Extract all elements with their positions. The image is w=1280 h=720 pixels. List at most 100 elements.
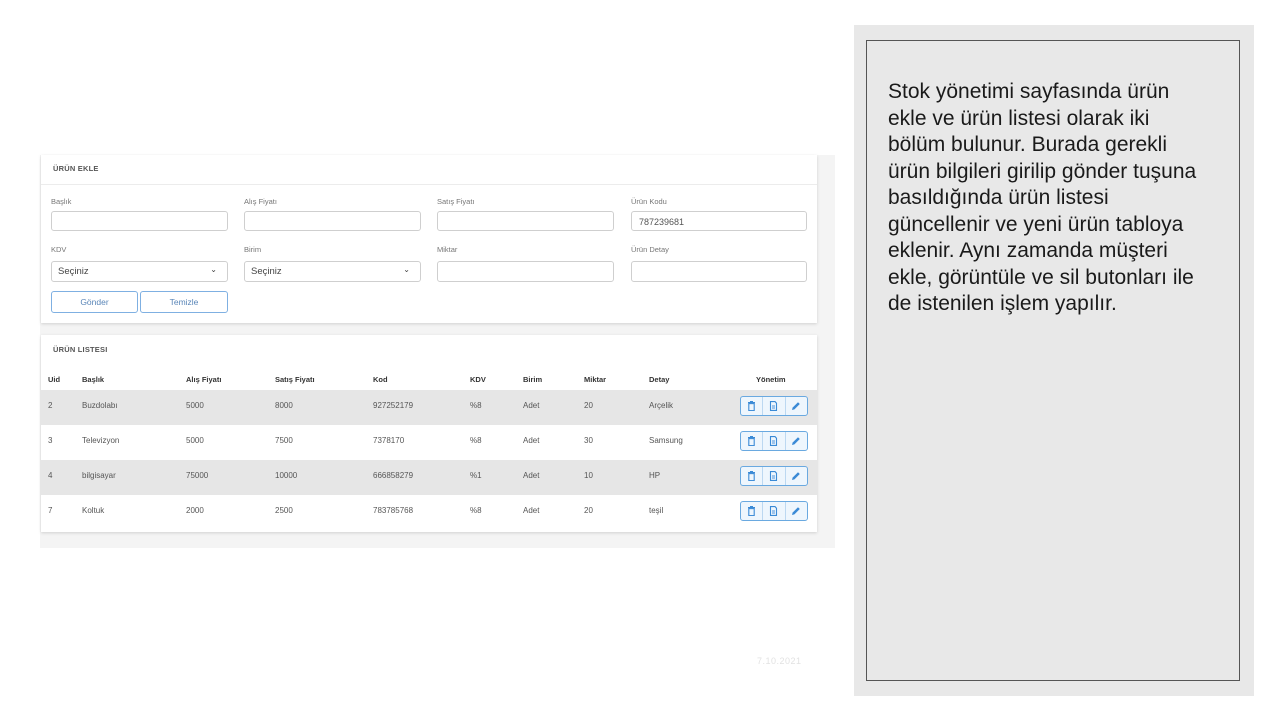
kdv-select-value: Seçiniz	[58, 266, 89, 277]
baslik-label: Başlık	[51, 197, 72, 206]
kdv-select[interactable]: Seçiniz ⌄	[51, 261, 228, 282]
product-add-title: ÜRÜN EKLE	[53, 164, 99, 173]
document-icon	[770, 506, 778, 516]
document-icon	[770, 471, 778, 481]
cell-kdv: %8	[470, 506, 482, 515]
cell-detay: teşil	[649, 506, 664, 515]
pencil-icon	[792, 472, 801, 480]
document-icon	[770, 436, 778, 446]
cell-alis: 5000	[186, 401, 204, 410]
alis-fiyati-input[interactable]	[244, 211, 421, 231]
birim-label: Birim	[244, 245, 262, 254]
cell-uid: 4	[48, 471, 53, 480]
cell-birim: Adet	[523, 436, 540, 445]
cell-kod: 783785768	[373, 506, 414, 515]
cell-uid: 3	[48, 436, 53, 445]
cell-satis: 10000	[275, 471, 298, 480]
urun-detay-label: Ürün Detay	[631, 245, 669, 254]
trash-icon	[748, 471, 756, 481]
cell-kdv: %8	[470, 401, 482, 410]
birim-select[interactable]: Seçiniz ⌄	[244, 261, 421, 282]
card-header	[41, 155, 817, 185]
cell-satis: 2500	[275, 506, 293, 515]
gonder-button[interactable]: Gönder	[51, 291, 138, 313]
cell-baslik: bilgisayar	[82, 471, 116, 480]
cell-miktar: 10	[584, 471, 593, 480]
cell-kdv: %1	[470, 471, 482, 480]
document-icon	[770, 401, 778, 411]
description-text: Stok yönetimi sayfasında ürün ekle ve ür…	[888, 80, 1197, 315]
cell-kod: 927252179	[373, 401, 414, 410]
pencil-icon	[792, 402, 801, 410]
cell-baslik: Buzdolabı	[82, 401, 118, 410]
alis-fiyati-label: Alış Fiyatı	[244, 197, 277, 206]
column-header: Birim	[523, 375, 543, 384]
cell-uid: 2	[48, 401, 53, 410]
product-add-card: ÜRÜN EKLE Başlık Alış Fiyatı Satış Fiyat…	[41, 155, 817, 323]
column-header: Başlık	[82, 375, 105, 384]
trash-icon	[748, 436, 756, 446]
trash-icon	[748, 401, 756, 411]
row-actions	[740, 501, 808, 521]
pencil-icon	[792, 507, 801, 515]
trash-icon	[748, 506, 756, 516]
miktar-label: Miktar	[437, 245, 458, 254]
description-panel: Stok yönetimi sayfasında ürün ekle ve ür…	[854, 25, 1254, 696]
delete-button[interactable]	[741, 467, 764, 485]
cell-baslik: Televizyon	[82, 436, 120, 445]
column-header: KDV	[470, 375, 486, 384]
chevron-down-icon: ⌄	[403, 265, 410, 274]
table-row: 7 Koltuk 2000 2500 783785768 %8 Adet 20 …	[41, 495, 817, 530]
view-button[interactable]	[763, 502, 786, 520]
delete-button[interactable]	[741, 502, 764, 520]
cell-miktar: 30	[584, 436, 593, 445]
table-row: 2 Buzdolabı 5000 8000 927252179 %8 Adet …	[41, 390, 817, 425]
urun-detay-input[interactable]	[631, 261, 807, 282]
cell-detay: Arçelik	[649, 401, 674, 410]
row-actions	[740, 396, 808, 416]
column-header: Uid	[48, 375, 61, 384]
delete-button[interactable]	[741, 397, 764, 415]
view-button[interactable]	[763, 397, 786, 415]
cell-detay: HP	[649, 471, 661, 480]
cell-birim: Adet	[523, 401, 540, 410]
pencil-icon	[792, 437, 801, 445]
table-row: 4 bilgisayar 75000 10000 666858279 %1 Ad…	[41, 460, 817, 495]
cell-miktar: 20	[584, 506, 593, 515]
cell-birim: Adet	[523, 506, 540, 515]
chevron-down-icon: ⌄	[210, 265, 217, 274]
slide-date: 7.10.2021	[757, 656, 802, 666]
birim-select-value: Seçiniz	[251, 266, 282, 277]
cell-alis: 75000	[186, 471, 209, 480]
cell-alis: 5000	[186, 436, 204, 445]
kdv-label: KDV	[51, 245, 67, 254]
product-list-title: ÜRÜN LISTESI	[53, 345, 108, 354]
miktar-input[interactable]	[437, 261, 614, 282]
product-list-card: ÜRÜN LISTESI Uid Başlık Alış Fiyatı Satı…	[41, 335, 817, 532]
delete-button[interactable]	[741, 432, 764, 450]
cell-alis: 2000	[186, 506, 204, 515]
urun-kodu-label: Ürün Kodu	[631, 197, 667, 206]
temizle-button[interactable]: Temizle	[140, 291, 228, 313]
edit-button[interactable]	[786, 432, 807, 450]
view-button[interactable]	[763, 467, 786, 485]
edit-button[interactable]	[786, 467, 807, 485]
row-actions	[740, 431, 808, 451]
cell-baslik: Koltuk	[82, 506, 105, 515]
cell-kod: 666858279	[373, 471, 414, 480]
urun-kodu-input[interactable]: 787239681	[631, 211, 807, 231]
edit-button[interactable]	[786, 397, 807, 415]
edit-button[interactable]	[786, 502, 807, 520]
baslik-input[interactable]	[51, 211, 228, 231]
satis-fiyati-input[interactable]	[437, 211, 614, 231]
cell-satis: 8000	[275, 401, 293, 410]
column-header: Kod	[373, 375, 388, 384]
column-header: Miktar	[584, 375, 607, 384]
cell-miktar: 20	[584, 401, 593, 410]
cell-kdv: %8	[470, 436, 482, 445]
cell-satis: 7500	[275, 436, 293, 445]
column-header: Yönetim	[756, 375, 786, 384]
row-actions	[740, 466, 808, 486]
view-button[interactable]	[763, 432, 786, 450]
cell-detay: Samsung	[649, 436, 683, 445]
